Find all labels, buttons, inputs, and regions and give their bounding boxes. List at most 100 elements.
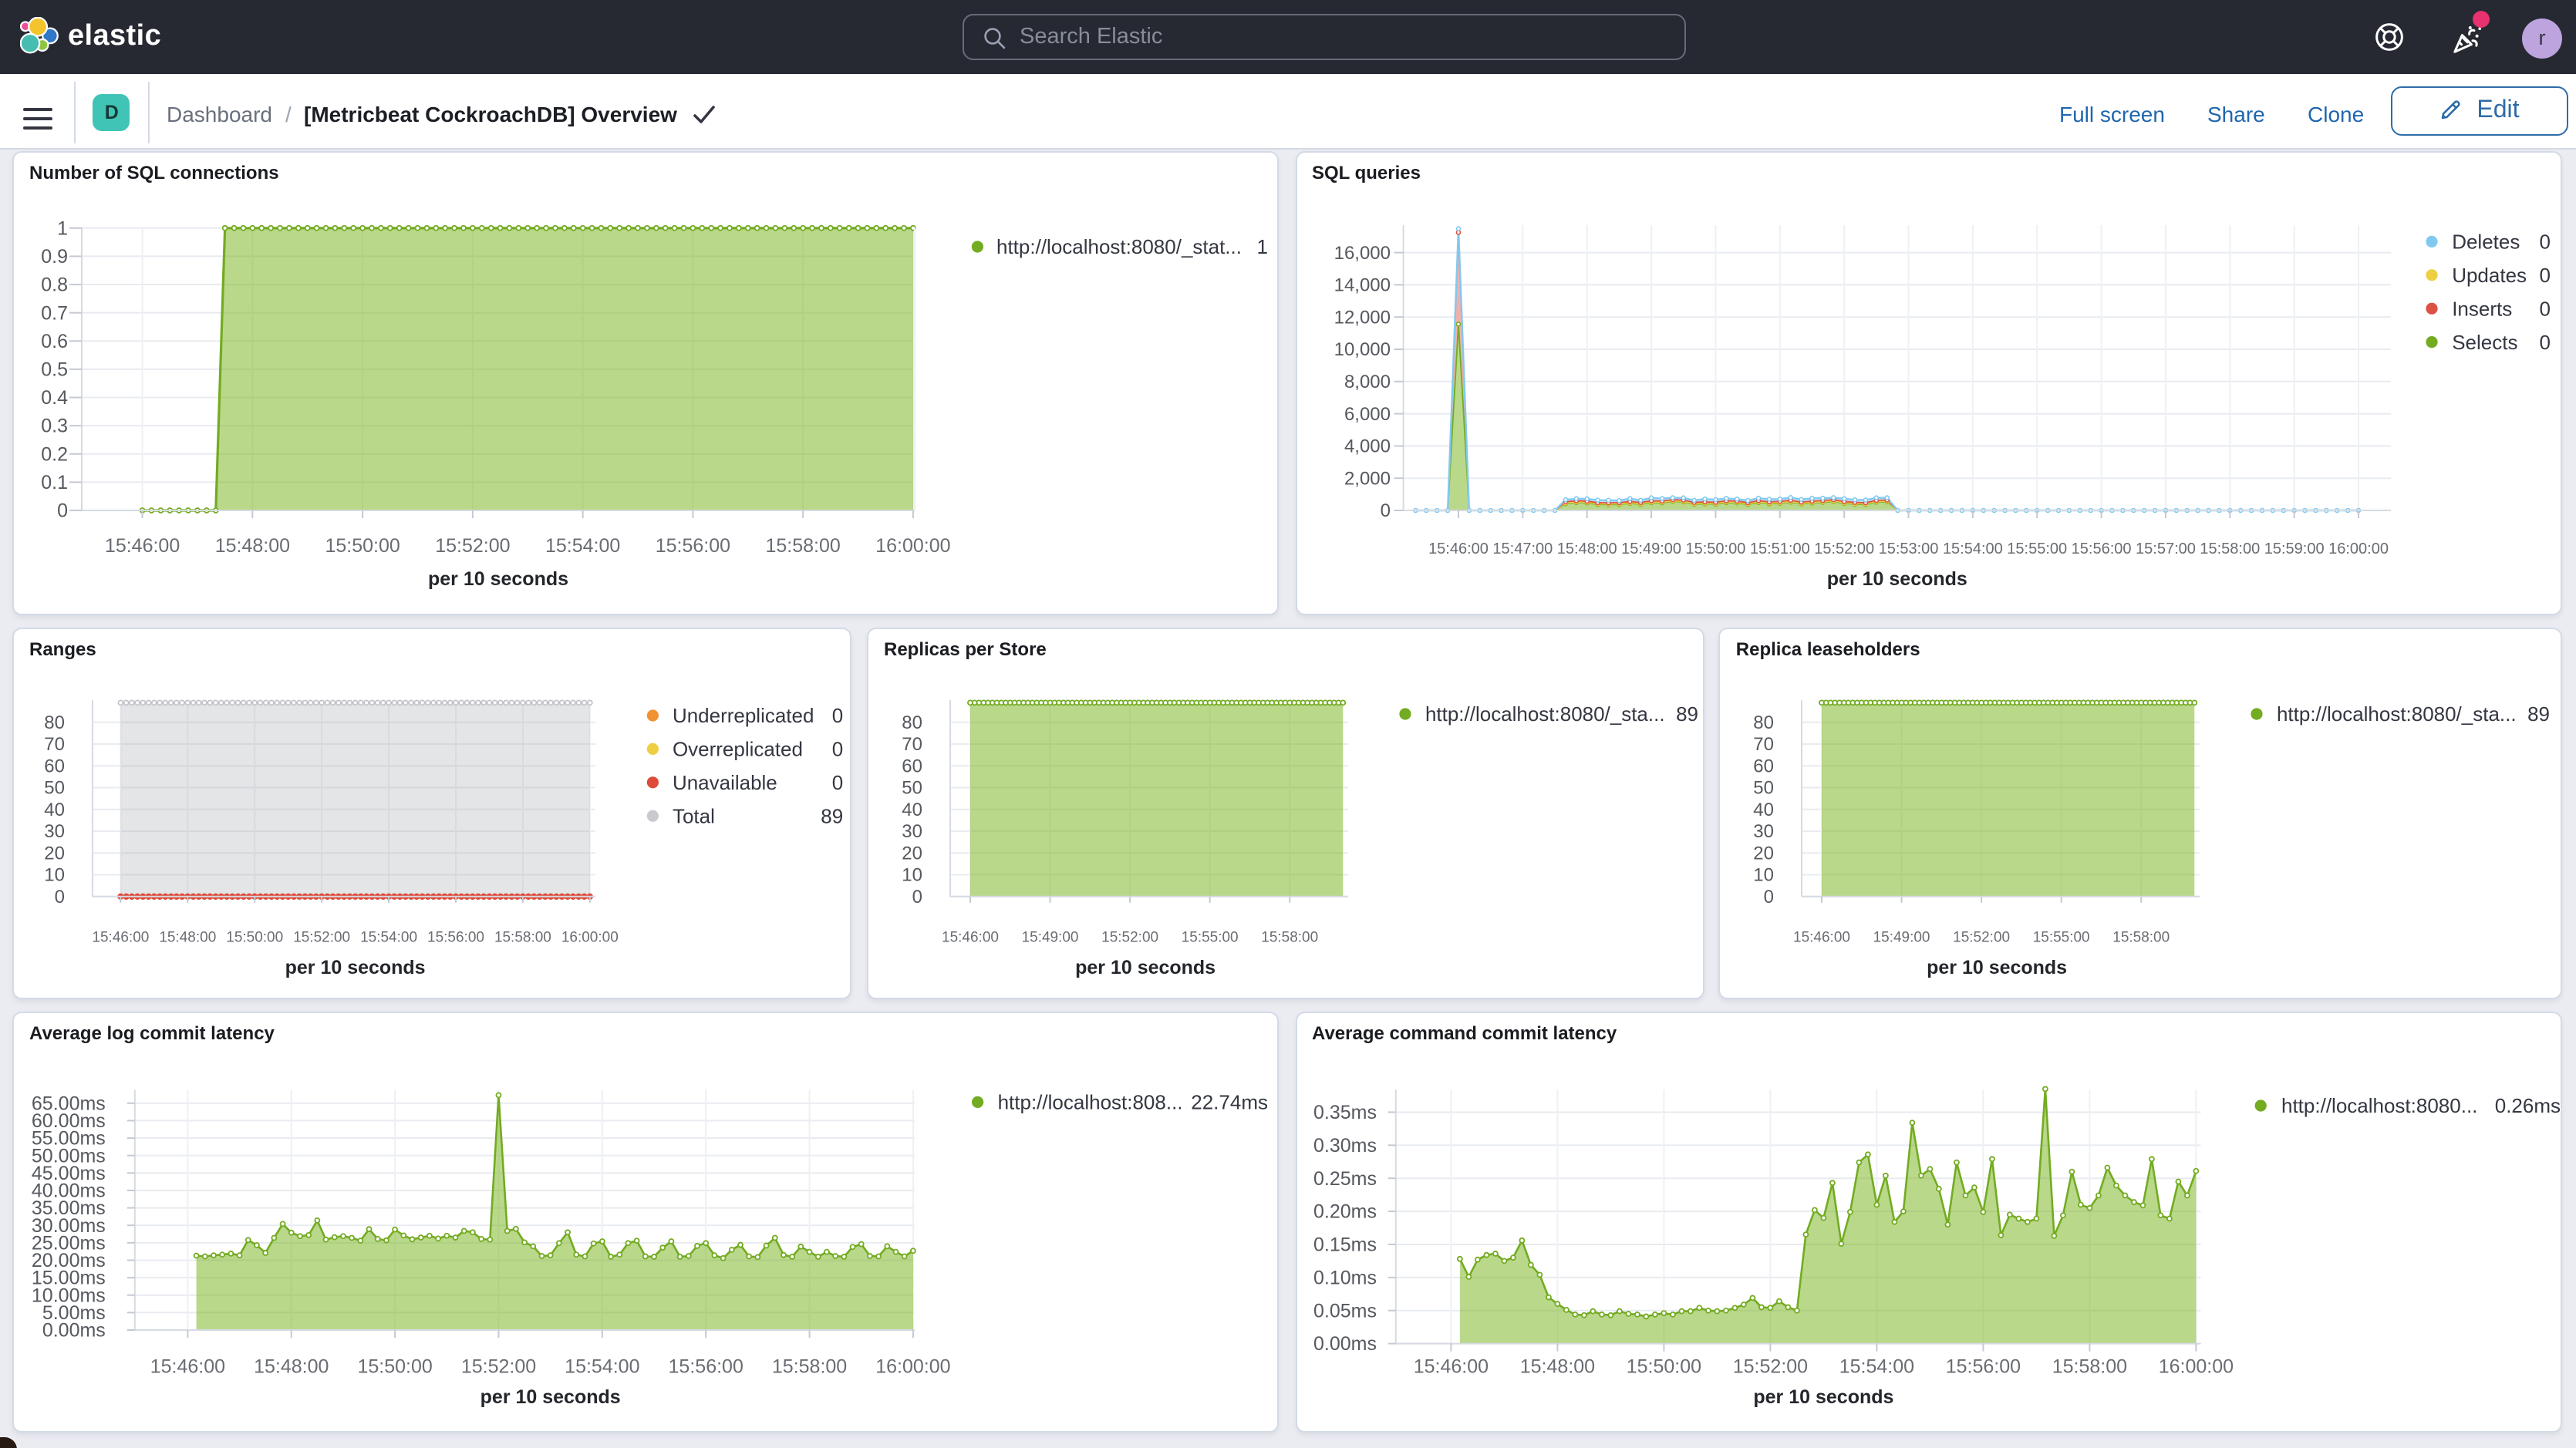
svg-text:0.30ms: 0.30ms [1313, 1135, 1376, 1157]
svg-text:20: 20 [44, 843, 65, 864]
svg-text:15:50:00: 15:50:00 [1626, 1356, 1701, 1378]
svg-text:0.10ms: 0.10ms [1313, 1267, 1376, 1288]
svg-text:http://localhost:808...: http://localhost:808... [998, 1091, 1183, 1114]
svg-text:12,000: 12,000 [1334, 307, 1390, 328]
svg-text:15:58:00: 15:58:00 [494, 930, 551, 946]
svg-text:15:53:00: 15:53:00 [1878, 540, 1938, 557]
svg-text:0: 0 [2539, 231, 2550, 254]
svg-text:0.8: 0.8 [41, 274, 68, 296]
svg-text:15:58:00: 15:58:00 [2199, 540, 2259, 557]
svg-text:15:58:00: 15:58:00 [2052, 1356, 2126, 1378]
svg-text:60: 60 [902, 756, 922, 777]
svg-text:0.15ms: 0.15ms [1313, 1234, 1376, 1256]
svg-text:16:00:00: 16:00:00 [2328, 540, 2388, 557]
svg-text:70: 70 [44, 734, 65, 755]
svg-text:60: 60 [1754, 756, 1775, 777]
svg-text:15:52:00: 15:52:00 [1813, 540, 1873, 557]
svg-text:0: 0 [832, 704, 843, 727]
svg-text:15:46:00: 15:46:00 [105, 535, 180, 557]
svg-text:30: 30 [1754, 821, 1775, 842]
svg-text:16:00:00: 16:00:00 [875, 1356, 950, 1378]
svg-text:0: 0 [832, 771, 843, 794]
svg-text:15:54:00: 15:54:00 [1942, 540, 2002, 557]
svg-text:0.5: 0.5 [41, 359, 68, 381]
svg-text:0: 0 [1764, 887, 1774, 908]
svg-text:0.9: 0.9 [41, 246, 68, 268]
svg-text:0: 0 [2539, 264, 2550, 287]
svg-text:0.25ms: 0.25ms [1313, 1168, 1376, 1190]
svg-text:Deletes: Deletes [2451, 231, 2519, 254]
svg-text:16:00:00: 16:00:00 [2158, 1356, 2233, 1378]
svg-text:0.00ms: 0.00ms [1313, 1333, 1376, 1355]
svg-text:16,000: 16,000 [1334, 243, 1390, 264]
svg-text:15:52:00: 15:52:00 [1732, 1356, 1807, 1378]
svg-text:0.2: 0.2 [41, 443, 68, 465]
svg-text:per 10 seconds: per 10 seconds [285, 957, 426, 978]
svg-text:15:49:00: 15:49:00 [1873, 930, 1930, 946]
svg-text:15:51:00: 15:51:00 [1749, 540, 1809, 557]
svg-text:22.74ms: 22.74ms [1191, 1091, 1268, 1114]
svg-text:15:56:00: 15:56:00 [427, 930, 484, 946]
svg-text:15:46:00: 15:46:00 [1413, 1356, 1488, 1378]
svg-text:15:55:00: 15:55:00 [1182, 930, 1239, 946]
svg-text:15:49:00: 15:49:00 [1620, 540, 1681, 557]
svg-text:16:00:00: 16:00:00 [875, 535, 950, 557]
svg-text:15:55:00: 15:55:00 [2034, 930, 2091, 946]
svg-text:10: 10 [1754, 865, 1775, 886]
svg-text:10: 10 [44, 865, 65, 886]
svg-text:Overreplicated: Overreplicated [673, 738, 803, 761]
svg-text:15:58:00: 15:58:00 [765, 535, 840, 557]
svg-text:14,000: 14,000 [1334, 275, 1390, 296]
svg-text:20: 20 [902, 843, 922, 864]
svg-text:10: 10 [902, 865, 922, 886]
svg-text:40: 40 [902, 800, 922, 820]
svg-text:15:58:00: 15:58:00 [772, 1356, 847, 1378]
svg-text:per 10 seconds: per 10 seconds [1752, 1386, 1893, 1408]
svg-text:15:48:00: 15:48:00 [215, 535, 290, 557]
svg-text:15:48:00: 15:48:00 [159, 930, 216, 946]
svg-text:15:56:00: 15:56:00 [656, 535, 730, 557]
svg-text:15:50:00: 15:50:00 [325, 535, 400, 557]
svg-text:89: 89 [821, 804, 843, 827]
svg-text:0: 0 [57, 500, 68, 522]
svg-text:15:54:00: 15:54:00 [545, 535, 620, 557]
svg-text:0: 0 [1380, 500, 1390, 521]
svg-text:15:52:00: 15:52:00 [435, 535, 510, 557]
svg-text:15:52:00: 15:52:00 [1954, 930, 2011, 946]
svg-text:15:57:00: 15:57:00 [2135, 540, 2195, 557]
svg-text:15:54:00: 15:54:00 [360, 930, 417, 946]
svg-text:2,000: 2,000 [1344, 468, 1390, 489]
svg-text:15:49:00: 15:49:00 [1022, 930, 1079, 946]
svg-text:0.20ms: 0.20ms [1313, 1201, 1376, 1223]
svg-text:30: 30 [44, 821, 65, 842]
svg-text:http://localhost:8080/_sta...: http://localhost:8080/_sta... [2278, 702, 2517, 726]
svg-text:0: 0 [2539, 297, 2550, 320]
svg-text:Total: Total [673, 804, 715, 827]
svg-text:0: 0 [2539, 331, 2550, 354]
svg-text:Unavailable: Unavailable [673, 771, 777, 794]
svg-text:15:54:00: 15:54:00 [1839, 1356, 1913, 1378]
svg-text:15:50:00: 15:50:00 [357, 1356, 432, 1378]
svg-text:15:47:00: 15:47:00 [1492, 540, 1552, 557]
svg-text:0: 0 [832, 738, 843, 761]
svg-text:15:46:00: 15:46:00 [1428, 540, 1488, 557]
svg-text:per 10 seconds: per 10 seconds [1075, 957, 1216, 978]
svg-text:per 10 seconds: per 10 seconds [1927, 957, 2068, 978]
svg-text:50: 50 [44, 778, 65, 799]
svg-text:40: 40 [44, 800, 65, 820]
svg-text:15:56:00: 15:56:00 [1945, 1356, 2020, 1378]
svg-text:15:48:00: 15:48:00 [254, 1356, 329, 1378]
svg-text:20: 20 [1754, 843, 1775, 864]
svg-text:http://localhost:8080/_stat...: http://localhost:8080/_stat... [996, 235, 1242, 258]
svg-text:4,000: 4,000 [1344, 436, 1390, 457]
svg-text:15:55:00: 15:55:00 [2006, 540, 2066, 557]
svg-text:0.3: 0.3 [41, 416, 68, 437]
svg-text:80: 80 [44, 712, 65, 733]
svg-text:6,000: 6,000 [1344, 404, 1390, 425]
svg-text:15:52:00: 15:52:00 [293, 930, 350, 946]
svg-text:50: 50 [1754, 778, 1775, 799]
svg-text:40: 40 [1754, 800, 1775, 820]
svg-text:0.35ms: 0.35ms [1313, 1102, 1376, 1123]
svg-text:30: 30 [902, 821, 922, 842]
svg-text:per 10 seconds: per 10 seconds [428, 568, 568, 590]
